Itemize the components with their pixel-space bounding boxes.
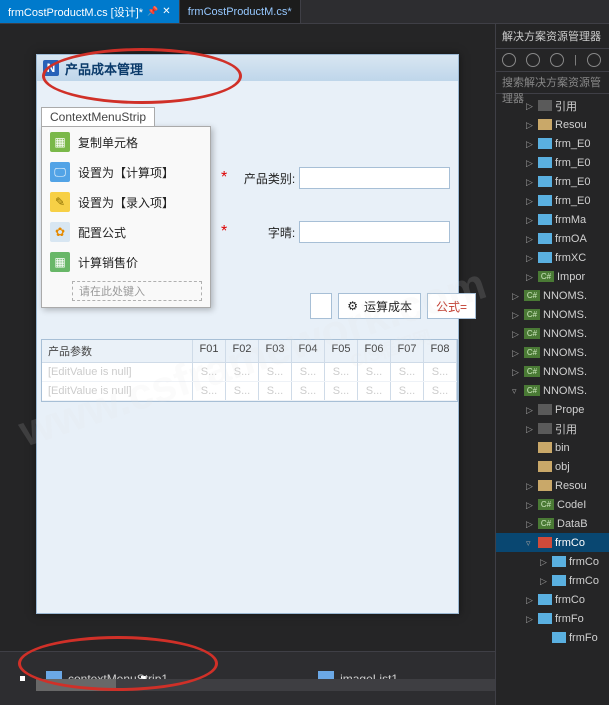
column-header[interactable]: F07 (391, 340, 424, 362)
design-canvas[interactable]: N 产品成本管理 ContextMenuStrip ▦复制单元格 🖵设置为【计算… (0, 24, 495, 651)
tree-node[interactable]: ▷C#Impor (496, 267, 609, 286)
input-product-category[interactable] (299, 167, 450, 189)
column-header[interactable]: F06 (358, 340, 391, 362)
tree-node[interactable]: ▿C#NNOMS. (496, 381, 609, 400)
home-icon[interactable] (550, 53, 564, 67)
gear-icon: ✿ (50, 222, 70, 242)
column-header[interactable]: F08 (424, 340, 457, 362)
preview-window: N 产品成本管理 ContextMenuStrip ▦复制单元格 🖵设置为【计算… (36, 54, 459, 614)
tree-node[interactable]: ▷frmMa (496, 210, 609, 229)
explorer-search[interactable]: 搜索解决方案资源管理器 (496, 72, 609, 94)
tab-designer[interactable]: frmCostProductM.cs [设计]* 📌 ✕ (0, 0, 180, 23)
refresh-icon[interactable] (587, 53, 601, 67)
required-icon: * (221, 169, 227, 187)
table-row[interactable]: [EditValue is null] S...S...S...S...S...… (42, 363, 457, 382)
menu-item-set-input[interactable]: ✎设置为【录入项】 (42, 187, 210, 217)
tree-node[interactable]: ▷frm_E0 (496, 172, 609, 191)
menu-item-set-calc[interactable]: 🖵设置为【计算项】 (42, 157, 210, 187)
back-icon[interactable] (502, 53, 516, 67)
pencil-icon: ✎ (50, 192, 70, 212)
tree-node[interactable]: ▷C#NNOMS. (496, 305, 609, 324)
column-header[interactable]: F04 (292, 340, 325, 362)
grid-header: 产品参数 F01 F02 F03 F04 F05 F06 F07 F08 (42, 340, 457, 363)
tree-node[interactable]: ▷C#CodeI (496, 495, 609, 514)
tree-node[interactable]: ▿frmCo (496, 533, 609, 552)
table-row[interactable]: [EditValue is null] S...S...S...S...S...… (42, 382, 457, 401)
tree-node[interactable]: ▷frm_E0 (496, 191, 609, 210)
explorer-toolbar: | (496, 48, 609, 72)
tree-node[interactable]: ▷引用 (496, 419, 609, 438)
menu-type-here[interactable]: 请在此处键入 (72, 281, 202, 301)
context-menu-strip[interactable]: ContextMenuStrip ▦复制单元格 🖵设置为【计算项】 ✎设置为【录… (41, 107, 211, 308)
tree-node[interactable]: ▷frmOA (496, 229, 609, 248)
tree-node[interactable]: ▷Prope (496, 400, 609, 419)
input-field2[interactable] (299, 221, 450, 243)
context-menu-header: ContextMenuStrip (41, 107, 155, 126)
menu-item-calc-price[interactable]: ▦计算销售价 (42, 247, 210, 277)
tree-node[interactable]: ▷Resou (496, 115, 609, 134)
solution-explorer: 解决方案资源管理器 | 搜索解决方案资源管理器 ▷引用▷Resou▷frm_E0… (495, 24, 609, 705)
menu-item-config-formula[interactable]: ✿配置公式 (42, 217, 210, 247)
tree-node[interactable]: bin (496, 438, 609, 457)
tree-node[interactable]: ▷C#NNOMS. (496, 343, 609, 362)
pin-icon[interactable]: 📌 (147, 6, 158, 17)
column-header[interactable]: F05 (325, 340, 358, 362)
tree-node[interactable]: ▷frmCo (496, 590, 609, 609)
window-title: 产品成本管理 (65, 59, 143, 78)
required-icon: * (221, 223, 227, 241)
column-header[interactable]: 产品参数 (42, 340, 193, 362)
tree-node[interactable]: ▷C#NNOMS. (496, 324, 609, 343)
formula-button[interactable]: 公式= (427, 293, 476, 319)
horizontal-scrollbar[interactable] (36, 679, 495, 691)
tab-code[interactable]: frmCostProductM.cs* (180, 0, 301, 23)
close-icon[interactable]: ✕ (162, 6, 170, 17)
tree-node[interactable]: ▷引用 (496, 96, 609, 115)
separator-icon: | (574, 54, 577, 66)
data-grid[interactable]: 产品参数 F01 F02 F03 F04 F05 F06 F07 F08 [Ed… (41, 339, 458, 402)
tree-node[interactable]: ▷Resou (496, 476, 609, 495)
component-tray[interactable]: contextMenuStrip1 imageList1 (0, 651, 495, 705)
scrollbar-thumb[interactable] (36, 679, 116, 691)
solution-tree[interactable]: ▷引用▷Resou▷frm_E0▷frm_E0▷frm_E0▷frm_E0▷fr… (496, 94, 609, 705)
tab-label: frmCostProductM.cs [设计]* (8, 4, 143, 20)
tree-node[interactable]: ▷frm_E0 (496, 153, 609, 172)
tree-node[interactable]: obj (496, 457, 609, 476)
tree-node[interactable]: ▷C#NNOMS. (496, 362, 609, 381)
tree-node[interactable]: ▷frm_E0 (496, 134, 609, 153)
column-header[interactable]: F02 (226, 340, 259, 362)
monitor-icon: 🖵 (50, 162, 70, 182)
column-header[interactable]: F01 (193, 340, 226, 362)
tree-node[interactable]: frmFo (496, 628, 609, 647)
document-tabbar: frmCostProductM.cs [设计]* 📌 ✕ frmCostProd… (0, 0, 609, 24)
tree-node[interactable]: ▷frmFo (496, 609, 609, 628)
compute-cost-button[interactable]: ⚙运算成本 (338, 293, 421, 319)
tab-label: frmCostProductM.cs* (188, 6, 292, 18)
app-icon: N (43, 60, 59, 76)
toolbar-dropdown[interactable] (310, 293, 332, 319)
column-header[interactable]: F03 (259, 340, 292, 362)
tree-node[interactable]: ▷frmXC (496, 248, 609, 267)
designer-surface: N 产品成本管理 ContextMenuStrip ▦复制单元格 🖵设置为【计算… (0, 24, 495, 705)
gear-icon: ⚙ (347, 299, 358, 313)
menu-item-copy-cell[interactable]: ▦复制单元格 (42, 127, 210, 157)
forward-icon[interactable] (526, 53, 540, 67)
copy-icon: ▦ (50, 132, 70, 152)
window-titlebar: N 产品成本管理 (37, 55, 458, 81)
panel-title: 解决方案资源管理器 (496, 24, 609, 48)
tree-node[interactable]: ▷frmCo (496, 552, 609, 571)
tree-node[interactable]: ▷C#NNOMS. (496, 286, 609, 305)
label-product-category: 产品类别: (235, 170, 295, 187)
label-field2: 字晴: (235, 224, 295, 241)
tree-node[interactable]: ▷C#DataB (496, 514, 609, 533)
calculator-icon: ▦ (50, 252, 70, 272)
tree-node[interactable]: ▷frmCo (496, 571, 609, 590)
